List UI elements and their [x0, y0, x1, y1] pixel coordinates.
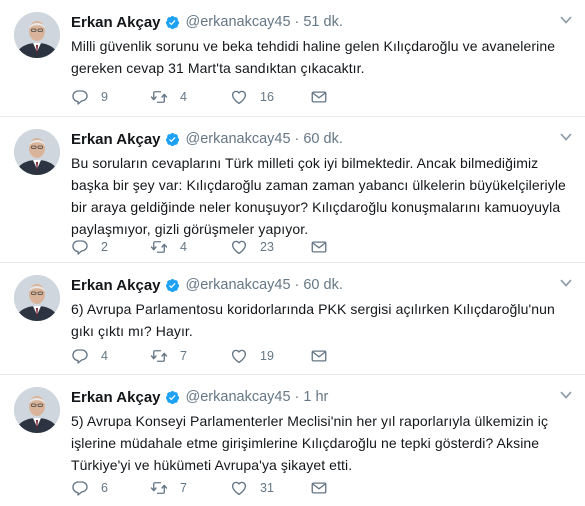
envelope-icon — [310, 238, 328, 256]
reply-button[interactable]: 4 — [71, 347, 150, 365]
like-count: 31 — [260, 481, 274, 495]
separator: · — [294, 131, 300, 147]
author-handle[interactable]: @erkanakcay45 — [186, 14, 291, 30]
timestamp[interactable]: 60 dk. — [303, 277, 343, 293]
separator: · — [294, 277, 300, 293]
tweet-feed: Erkan Akçay @erkanakcay45 · 51 dk. Milli… — [0, 0, 585, 506]
author-name[interactable]: Erkan Akçay — [71, 131, 161, 148]
avatar[interactable] — [14, 275, 60, 321]
retweet-count: 4 — [180, 240, 187, 254]
reply-count: 9 — [101, 90, 108, 104]
retweet-icon — [150, 238, 168, 256]
tweet-text: Bu soruların cevaplarını Türk milleti ço… — [71, 155, 566, 237]
retweet-icon — [150, 347, 168, 365]
tweet-text: 5) Avrupa Konseyi Parlamenterler Meclisi… — [71, 413, 549, 473]
retweet-count: 7 — [180, 481, 187, 495]
message-button[interactable] — [310, 347, 330, 365]
retweet-button[interactable]: 4 — [150, 88, 230, 106]
tweet[interactable]: Erkan Akçay @erkanakcay45 · 60 dk. Bu so… — [0, 117, 585, 263]
timestamp[interactable]: 60 dk. — [303, 131, 343, 147]
tweet-header: Erkan Akçay @erkanakcay45 · 1 hr — [71, 387, 328, 407]
reply-icon — [71, 347, 89, 365]
message-button[interactable] — [310, 88, 330, 106]
avatar[interactable] — [14, 129, 60, 175]
tweet-actions: 9 4 16 — [71, 87, 330, 107]
retweet-count: 7 — [180, 349, 187, 363]
timestamp[interactable]: 51 dk. — [303, 14, 343, 30]
like-button[interactable]: 16 — [230, 88, 310, 106]
message-button[interactable] — [310, 238, 330, 256]
reply-button[interactable]: 6 — [71, 479, 150, 497]
tweet-text: 6) Avrupa Parlamentosu koridorlarında PK… — [71, 301, 555, 339]
retweet-icon — [150, 88, 168, 106]
envelope-icon — [310, 479, 328, 497]
like-count: 23 — [260, 240, 274, 254]
like-button[interactable]: 31 — [230, 479, 310, 497]
reply-icon — [71, 88, 89, 106]
tweet-header: Erkan Akçay @erkanakcay45 · 60 dk. — [71, 275, 343, 295]
chevron-down-icon[interactable] — [559, 389, 573, 401]
reply-count: 4 — [101, 349, 108, 363]
tweet-actions: 2 4 23 — [71, 237, 330, 257]
like-button[interactable]: 19 — [230, 347, 310, 365]
retweet-icon — [150, 479, 168, 497]
author-name[interactable]: Erkan Akçay — [71, 14, 161, 31]
author-name[interactable]: Erkan Akçay — [71, 277, 161, 294]
tweet-actions: 4 7 19 — [71, 346, 330, 366]
tweet-header: Erkan Akçay @erkanakcay45 · 60 dk. — [71, 129, 343, 149]
reply-count: 6 — [101, 481, 108, 495]
reply-button[interactable]: 9 — [71, 88, 150, 106]
author-name[interactable]: Erkan Akçay — [71, 389, 161, 406]
like-count: 19 — [260, 349, 274, 363]
like-button[interactable]: 23 — [230, 238, 310, 256]
author-handle[interactable]: @erkanakcay45 — [186, 131, 291, 147]
retweet-button[interactable]: 7 — [150, 479, 230, 497]
tweet[interactable]: Erkan Akçay @erkanakcay45 · 51 dk. Milli… — [0, 0, 585, 117]
author-handle[interactable]: @erkanakcay45 — [186, 277, 291, 293]
tweet[interactable]: Erkan Akçay @erkanakcay45 · 1 hr 5) Avru… — [0, 375, 585, 506]
tweet-text: Milli güvenlik sorunu ve beka tehdidi ha… — [71, 38, 556, 76]
separator: · — [294, 389, 300, 405]
avatar[interactable] — [14, 387, 60, 433]
tweet[interactable]: Erkan Akçay @erkanakcay45 · 60 dk. 6) Av… — [0, 263, 585, 375]
separator: · — [294, 14, 300, 30]
reply-icon — [71, 238, 89, 256]
reply-count: 2 — [101, 240, 108, 254]
timestamp[interactable]: 1 hr — [303, 389, 328, 405]
retweet-count: 4 — [180, 90, 187, 104]
heart-icon — [230, 88, 248, 106]
heart-icon — [230, 347, 248, 365]
verified-badge-icon — [165, 390, 180, 405]
heart-icon — [230, 238, 248, 256]
retweet-button[interactable]: 4 — [150, 238, 230, 256]
chevron-down-icon[interactable] — [559, 14, 573, 26]
envelope-icon — [310, 347, 328, 365]
envelope-icon — [310, 88, 328, 106]
author-handle[interactable]: @erkanakcay45 — [186, 389, 291, 405]
message-button[interactable] — [310, 479, 330, 497]
avatar[interactable] — [14, 12, 60, 58]
heart-icon — [230, 479, 248, 497]
verified-badge-icon — [165, 15, 180, 30]
tweet-actions: 6 7 31 — [71, 478, 330, 498]
reply-icon — [71, 479, 89, 497]
retweet-button[interactable]: 7 — [150, 347, 230, 365]
chevron-down-icon[interactable] — [559, 131, 573, 143]
verified-badge-icon — [165, 132, 180, 147]
tweet-header: Erkan Akçay @erkanakcay45 · 51 dk. — [71, 12, 343, 32]
like-count: 16 — [260, 90, 274, 104]
verified-badge-icon — [165, 278, 180, 293]
chevron-down-icon[interactable] — [559, 277, 573, 289]
reply-button[interactable]: 2 — [71, 238, 150, 256]
